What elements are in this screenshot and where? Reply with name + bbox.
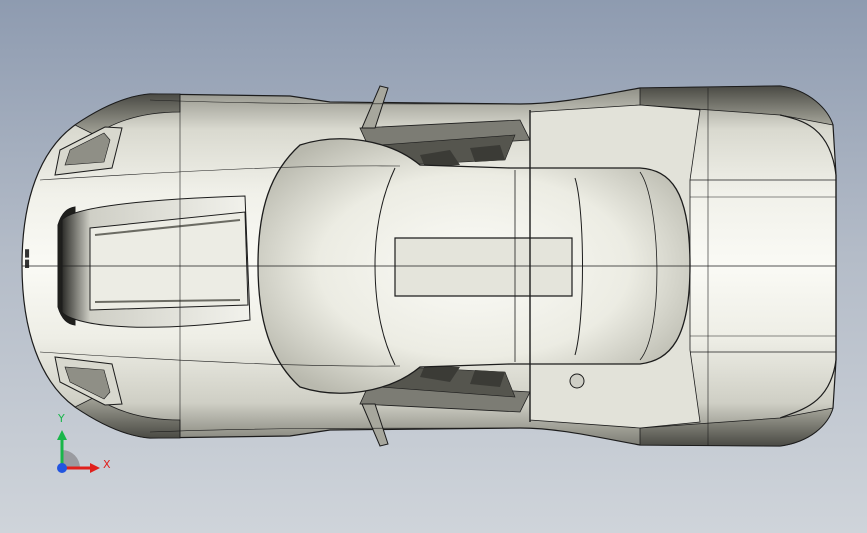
roof-scoop <box>394 237 573 297</box>
x-axis-label: X <box>103 458 111 471</box>
car-model[interactable]: ▬▬ <box>0 0 867 533</box>
coordinate-triad: Y X <box>46 408 126 488</box>
z-axis-dot <box>57 463 67 473</box>
y-axis-label: Y <box>58 412 65 425</box>
cad-graphics-viewport[interactable]: ▬▬ Y X <box>0 0 867 533</box>
fuel-cap <box>569 373 585 389</box>
